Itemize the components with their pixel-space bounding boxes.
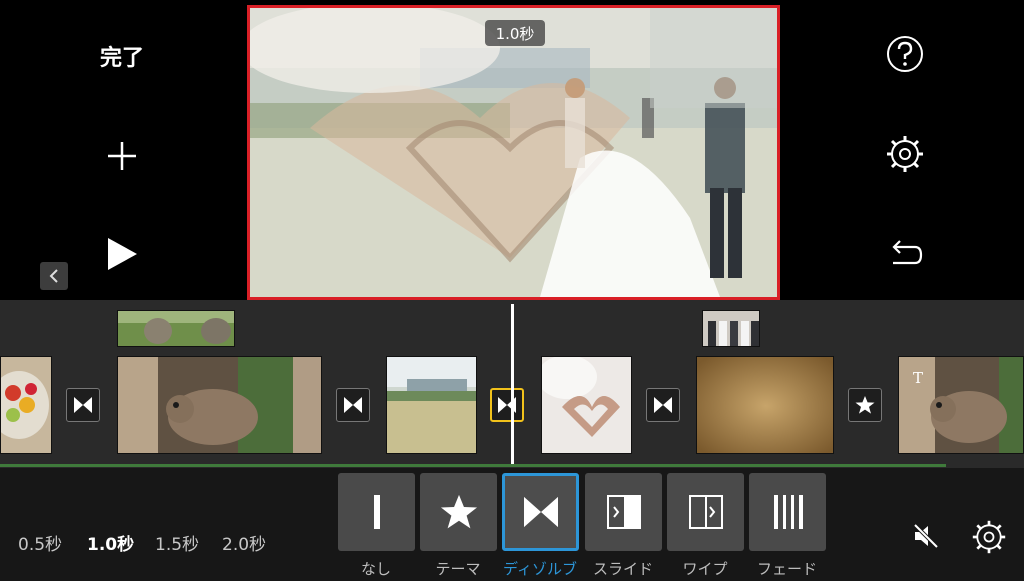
style-dissolve-label: ディゾルブ bbox=[503, 560, 577, 578]
duration-option-0-5[interactable]: 0.5秒 bbox=[18, 530, 62, 555]
photo-overlay-thumbnail[interactable] bbox=[702, 310, 760, 347]
bowtie-icon bbox=[654, 397, 672, 413]
clip-settings-button[interactable] bbox=[970, 518, 1008, 556]
gear-icon bbox=[972, 520, 1006, 554]
done-button[interactable]: 完了 bbox=[82, 36, 162, 76]
slide-icon bbox=[606, 495, 641, 529]
fade-icon bbox=[773, 495, 803, 529]
timeline[interactable]: T bbox=[0, 300, 1024, 468]
bowtie-icon bbox=[523, 496, 558, 528]
star-icon bbox=[855, 396, 875, 414]
playhead[interactable] bbox=[511, 304, 514, 466]
style-slide-button[interactable] bbox=[585, 473, 662, 551]
heart-hands-thumbnail bbox=[542, 357, 631, 453]
duration-option-2-0[interactable]: 2.0秒 bbox=[222, 530, 266, 555]
undo-button[interactable] bbox=[884, 232, 926, 274]
style-fade-label: フェード bbox=[756, 560, 817, 578]
mute-button[interactable] bbox=[910, 520, 942, 552]
parchment-thumbnail bbox=[697, 357, 833, 453]
fruit-thumbnail bbox=[1, 357, 51, 453]
clip-squirrel-title[interactable]: T bbox=[898, 356, 1024, 454]
audio-track-line bbox=[0, 464, 946, 467]
transition-button[interactable] bbox=[66, 388, 100, 422]
hedgehog-thumbnail bbox=[118, 311, 234, 346]
style-none-button[interactable] bbox=[338, 473, 415, 551]
project-settings-button[interactable] bbox=[884, 133, 926, 175]
audio-clip-thumbnail[interactable] bbox=[117, 310, 235, 347]
clip-parchment[interactable] bbox=[696, 356, 834, 454]
bowtie-icon bbox=[498, 397, 516, 413]
play-button[interactable] bbox=[102, 234, 142, 274]
clip-heart-hands[interactable] bbox=[541, 356, 632, 454]
play-icon bbox=[108, 238, 137, 270]
bowtie-icon bbox=[74, 397, 92, 413]
style-dissolve-button[interactable] bbox=[502, 473, 579, 551]
plus-icon bbox=[108, 142, 136, 170]
style-theme-button[interactable] bbox=[420, 473, 497, 551]
clip-harbor[interactable] bbox=[386, 356, 477, 454]
squirrel-thumbnail bbox=[118, 357, 321, 453]
transition-button-selected[interactable] bbox=[490, 388, 524, 422]
style-fade-button[interactable] bbox=[749, 473, 826, 551]
transition-button[interactable] bbox=[646, 388, 680, 422]
style-wipe-button[interactable] bbox=[667, 473, 744, 551]
bar-icon bbox=[373, 495, 380, 529]
gear-icon bbox=[887, 136, 923, 172]
top-area: 完了 1.0秒 bbox=[0, 0, 1024, 300]
harbor-thumbnail bbox=[387, 357, 476, 453]
speaker-muted-icon bbox=[912, 522, 940, 550]
star-icon bbox=[440, 494, 477, 529]
svg-text:T: T bbox=[913, 369, 923, 387]
add-media-button[interactable] bbox=[102, 136, 142, 176]
transition-inspector: 0.5秒 1.0秒 1.5秒 2.0秒 なし テーマ ディゾルブ スライド ワイ… bbox=[0, 468, 1024, 581]
duration-option-1-0[interactable]: 1.0秒 bbox=[87, 530, 134, 555]
bowtie-icon bbox=[344, 397, 362, 413]
squirrel-title-thumbnail: T bbox=[899, 357, 1023, 453]
transition-button[interactable] bbox=[848, 388, 882, 422]
duration-badge: 1.0秒 bbox=[485, 20, 545, 46]
wipe-icon bbox=[688, 495, 723, 529]
preview-frame bbox=[250, 8, 777, 297]
clip-fruit[interactable] bbox=[0, 356, 52, 454]
chevron-left-icon bbox=[49, 269, 58, 283]
clip-squirrel[interactable] bbox=[117, 356, 322, 454]
duration-option-1-5[interactable]: 1.5秒 bbox=[155, 530, 199, 555]
transition-button[interactable] bbox=[336, 388, 370, 422]
video-viewer[interactable]: 1.0秒 bbox=[247, 5, 780, 300]
collapse-button[interactable] bbox=[40, 262, 68, 290]
help-button[interactable] bbox=[884, 33, 926, 75]
undo-icon bbox=[892, 240, 923, 265]
question-icon bbox=[887, 36, 923, 72]
group-photo-thumbnail bbox=[703, 311, 759, 346]
